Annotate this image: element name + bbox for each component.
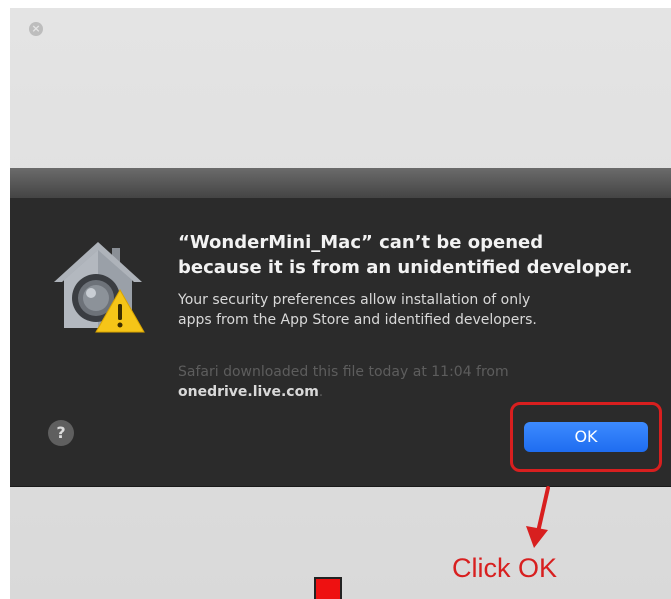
dialog-title-line: because it is from an unidentified devel… [178,257,633,278]
dialog-message: Your security preferences allow installa… [178,290,658,330]
red-marker [314,577,342,599]
download-source: onedrive.live.com [178,384,319,400]
download-info-line: Safari downloaded this file today at 11:… [178,364,509,380]
screenshot-area: × “WonderMini_Mac” can’t be opened becau… [10,8,671,599]
dialog-title: “WonderMini_Mac” can’t be opened because… [178,230,658,280]
help-button[interactable]: ? [48,420,74,446]
dialog-message-line: apps from the App Store and identified d… [178,312,537,328]
gatekeeper-house-warning-icon [50,238,146,334]
download-source-period: . [318,384,324,400]
close-icon[interactable]: × [29,22,43,36]
arrow-down-icon [518,486,558,550]
download-info: Safari downloaded this file today at 11:… [178,362,658,402]
alert-dialog: “WonderMini_Mac” can’t be opened because… [10,198,671,487]
dialog-title-line: “WonderMini_Mac” can’t be opened [178,232,544,253]
ok-button[interactable]: OK [524,422,648,452]
dialog-message-line: Your security preferences allow installa… [178,292,531,308]
annotation-label: Click OK [452,553,558,583]
